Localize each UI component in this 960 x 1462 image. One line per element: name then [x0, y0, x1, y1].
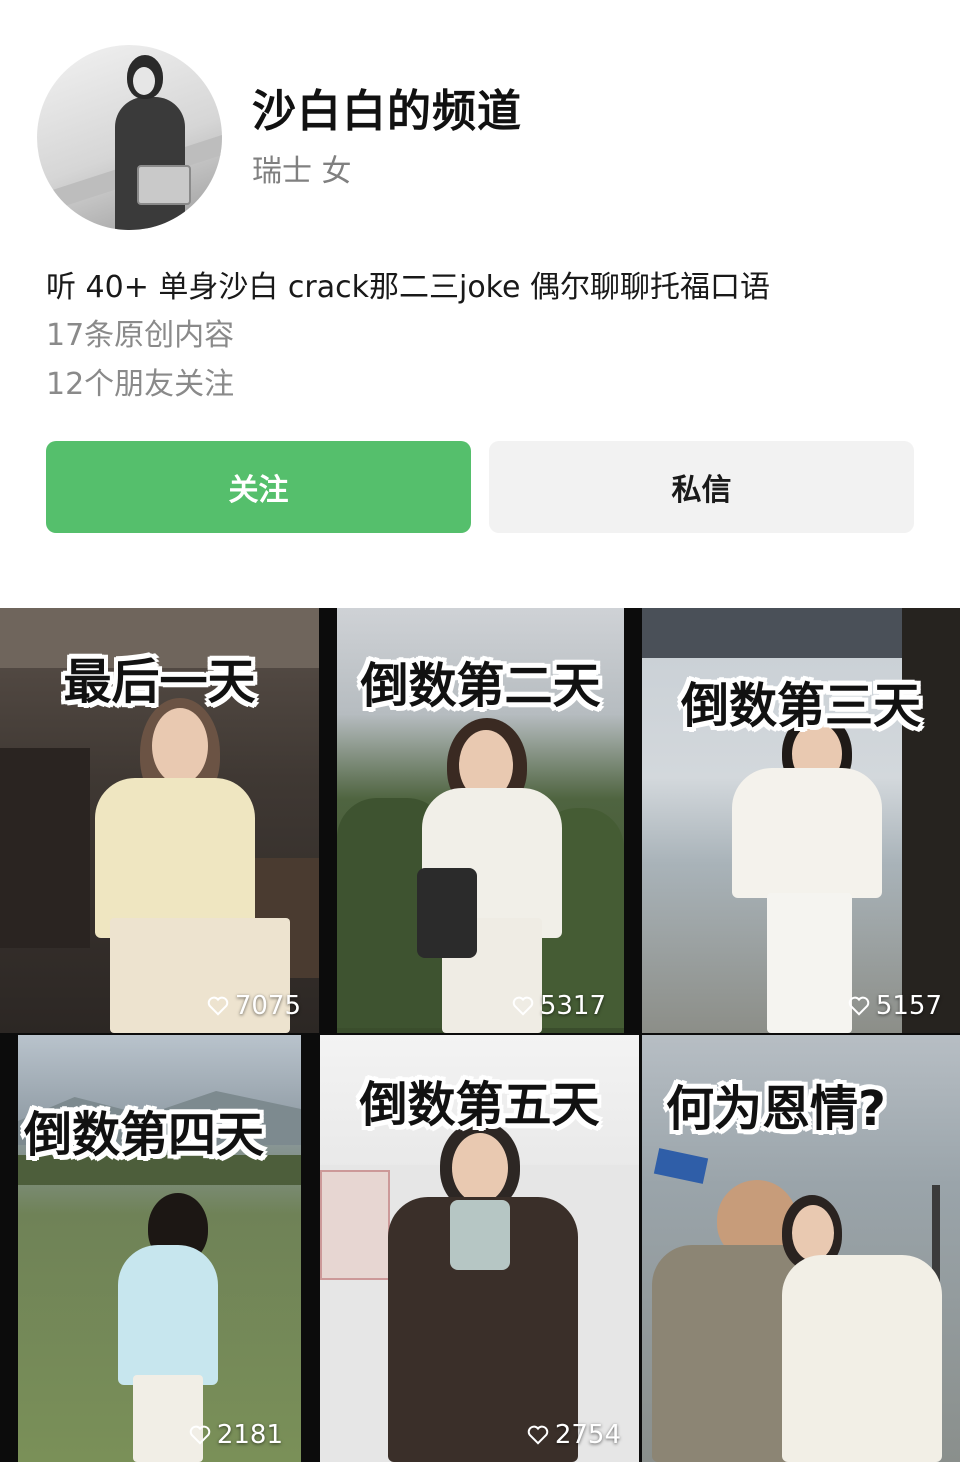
video-caption: 倒数第五天 [359, 1077, 600, 1133]
video-tile[interactable]: 倒数第四天 2181 [18, 1035, 301, 1462]
video-caption: 何为恩情? [666, 1081, 886, 1137]
heart-icon [207, 996, 229, 1016]
video-tile[interactable]: 倒数第五天 2754 [320, 1035, 639, 1462]
video-tile[interactable]: 最后一天 7075 [0, 608, 319, 1033]
like-count: 5157 [848, 991, 942, 1021]
heart-icon [512, 996, 534, 1016]
like-count: 5317 [512, 991, 606, 1021]
video-caption: 倒数第四天 [24, 1107, 265, 1163]
heart-icon [527, 1425, 549, 1445]
like-count: 2754 [527, 1420, 621, 1450]
friends-following-count[interactable]: 12个朋友关注 [46, 365, 234, 405]
video-grid: 最后一天 7075 倒数第二天 5317 倒数第三天 5157 倒数第四天 21… [0, 608, 960, 1462]
video-tile[interactable]: 倒数第三天 5157 [642, 608, 960, 1033]
message-button[interactable]: 私信 [489, 441, 914, 533]
video-tile[interactable]: 何为恩情? [642, 1035, 960, 1462]
video-caption: 倒数第三天 [680, 678, 921, 734]
follow-button[interactable]: 关注 [46, 441, 471, 533]
like-count: 7075 [207, 991, 301, 1021]
video-caption: 最后一天 [63, 654, 256, 710]
like-count: 2181 [189, 1420, 283, 1450]
video-caption: 倒数第二天 [360, 658, 601, 714]
avatar[interactable] [37, 45, 222, 230]
heart-icon [848, 996, 870, 1016]
original-content-count[interactable]: 17条原创内容 [46, 316, 234, 356]
channel-name: 沙白白的频道 [252, 86, 522, 137]
bio: 听 40+ 单身沙白 crack那二三joke 偶尔聊聊托福口语 [46, 270, 770, 305]
heart-icon [189, 1425, 211, 1445]
location-gender: 瑞士 女 [252, 154, 352, 189]
profile-header: 沙白白的频道 瑞士 女 听 40+ 单身沙白 crack那二三joke 偶尔聊聊… [0, 0, 960, 600]
video-tile[interactable]: 倒数第二天 5317 [337, 608, 624, 1033]
